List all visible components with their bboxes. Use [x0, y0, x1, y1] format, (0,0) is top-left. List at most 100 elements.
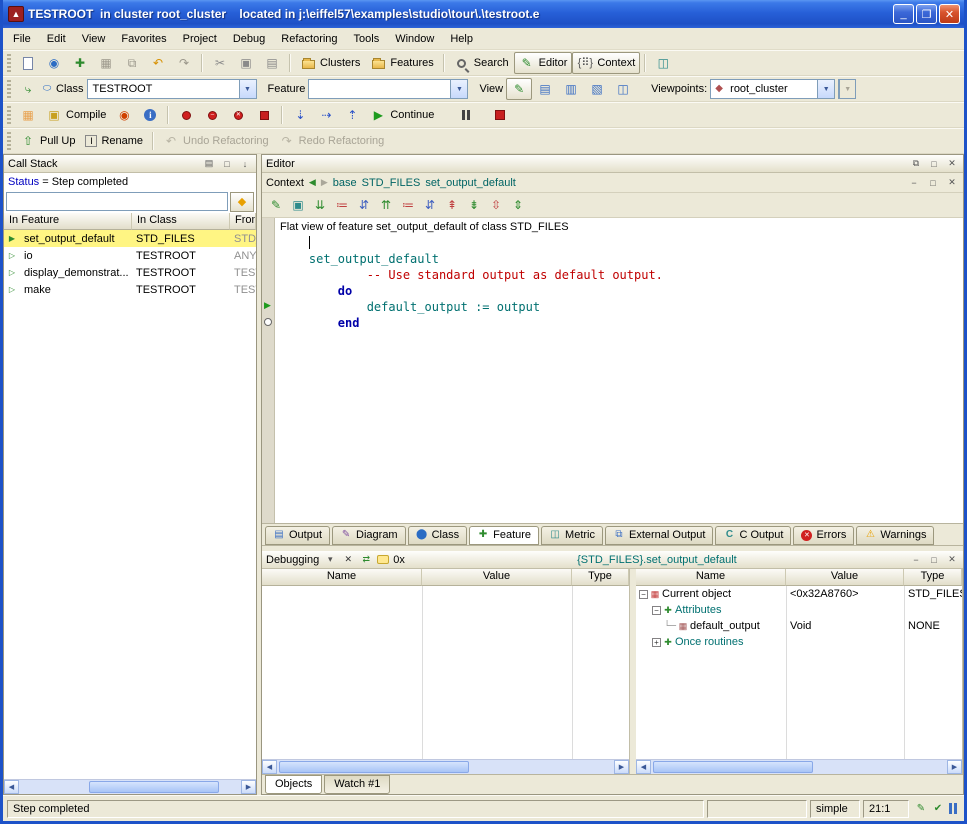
- assigners-icon[interactable]: ≔: [332, 197, 352, 213]
- call-stack-row[interactable]: ▷ io TESTROOT ANY: [4, 247, 256, 264]
- collapse-icon[interactable]: −: [639, 590, 648, 599]
- clusters-button[interactable]: Clusters: [295, 52, 365, 74]
- step-over-button[interactable]: ⇢: [313, 104, 339, 126]
- scroll-left-icon[interactable]: ◀: [262, 760, 277, 774]
- assignees-icon[interactable]: ≔: [398, 197, 418, 213]
- disable-breakpoints-button[interactable]: –: [199, 104, 225, 126]
- creations-icon[interactable]: ⇵: [420, 197, 440, 213]
- menu-help[interactable]: Help: [442, 30, 481, 48]
- object-tree-row[interactable]: └─ ▦ default_output Void NONE: [636, 618, 962, 634]
- breakpoint-slot-icon[interactable]: [264, 318, 272, 326]
- watch-hscrollbar[interactable]: ◀ ▶: [262, 759, 629, 774]
- flat-view-button[interactable]: ▥: [558, 78, 584, 100]
- restore-pane-icon[interactable]: ⧉: [909, 157, 923, 170]
- new-window-button[interactable]: [15, 52, 41, 74]
- scroll-right-icon[interactable]: ▶: [947, 760, 962, 774]
- close-pane-icon[interactable]: ✕: [945, 553, 959, 566]
- object-tree-row[interactable]: − ✚ Attributes: [636, 602, 962, 618]
- tab-output[interactable]: ▤Output: [265, 526, 330, 545]
- stop-button[interactable]: [487, 104, 513, 126]
- scroll-left-icon[interactable]: ◀: [4, 780, 19, 794]
- undo-button[interactable]: ↶: [145, 52, 171, 74]
- clients-icon[interactable]: ⇳: [486, 197, 506, 213]
- toolbar-grip[interactable]: [7, 80, 11, 98]
- remove-breakpoints-button[interactable]: ✕: [225, 104, 251, 126]
- tab-errors[interactable]: ✕Errors: [793, 526, 854, 545]
- stack-depth-input[interactable]: [6, 192, 228, 211]
- pause-button[interactable]: [453, 104, 479, 126]
- refresh-icon[interactable]: ⇄: [359, 553, 373, 566]
- objects-table-body[interactable]: − ▦ Current object <0x32A8760> STD_FILES…: [636, 586, 962, 759]
- cut-button[interactable]: ✂: [207, 52, 233, 74]
- undock-icon[interactable]: □: [220, 157, 234, 170]
- column-in-feature[interactable]: In Feature: [4, 213, 132, 230]
- editor-titlebar[interactable]: Editor ⧉ □ ✕: [262, 155, 963, 173]
- column-value[interactable]: Value: [786, 569, 904, 586]
- paste-button[interactable]: ▤: [259, 52, 285, 74]
- edit-feature-icon[interactable]: ✎: [266, 197, 286, 213]
- column-value[interactable]: Value: [422, 569, 572, 586]
- ancestors-icon[interactable]: ⇞: [442, 197, 462, 213]
- editor-toggle-button[interactable]: ✎ Editor: [514, 52, 573, 74]
- redo-refactoring-button[interactable]: ↷ Redo Refactoring: [274, 130, 390, 152]
- call-stack-row[interactable]: ▷ make TESTROOT TESTROOT: [4, 281, 256, 298]
- column-name[interactable]: Name: [636, 569, 786, 586]
- chevron-down-icon[interactable]: ▼: [450, 80, 467, 98]
- continue-button[interactable]: ▶ Continue: [365, 104, 439, 126]
- scroll-right-icon[interactable]: ▶: [614, 760, 629, 774]
- menu-favorites[interactable]: Favorites: [113, 30, 174, 48]
- project-settings-button[interactable]: ▦: [15, 104, 41, 126]
- minimize-pane-icon[interactable]: −: [909, 553, 923, 566]
- hex-toggle[interactable]: 0x: [393, 554, 405, 566]
- history-forward-icon[interactable]: ▶: [321, 177, 328, 188]
- save-button[interactable]: ▦: [93, 52, 119, 74]
- debugging-titlebar[interactable]: Debugging ▾ ✕ ⇄ 0x {STD_FILES}.set_outpu…: [262, 551, 963, 569]
- column-type[interactable]: Type: [572, 569, 629, 586]
- editor-area[interactable]: ▶ Flat view of feature set_output_defaul…: [262, 218, 963, 523]
- scroll-thumb[interactable]: [279, 761, 469, 773]
- interface-view-button[interactable]: ◫: [610, 78, 636, 100]
- melt-button[interactable]: ◉: [111, 104, 137, 126]
- menu-window[interactable]: Window: [387, 30, 442, 48]
- scroll-thumb[interactable]: [89, 781, 219, 793]
- object-tree-row[interactable]: + ✚ Once routines: [636, 634, 962, 650]
- minimize-pane-icon[interactable]: −: [907, 176, 921, 189]
- code-pane[interactable]: Flat view of feature set_output_default …: [275, 218, 963, 523]
- column-from[interactable]: From: [230, 213, 256, 230]
- suppliers-icon[interactable]: ⇕: [508, 197, 528, 213]
- pull-up-button[interactable]: ⇧ Pull Up: [15, 130, 80, 152]
- clear-icon[interactable]: ✕: [341, 553, 355, 566]
- breakpoints-tool-button[interactable]: [251, 104, 277, 126]
- column-in-class[interactable]: In Class: [132, 213, 230, 230]
- add-button[interactable]: ✚: [67, 52, 93, 74]
- diagram-tool-button[interactable]: ◫: [650, 52, 676, 74]
- save-all-button[interactable]: ⧉: [119, 52, 145, 74]
- column-name[interactable]: Name: [262, 569, 422, 586]
- tab-feature[interactable]: ✚Feature: [469, 526, 539, 545]
- call-stack-row[interactable]: ▷ display_demonstrat... TESTROOT TESTROO…: [4, 264, 256, 281]
- tab-external-output[interactable]: ⧉External Output: [605, 526, 713, 545]
- call-stack-hscrollbar[interactable]: ◀ ▶: [4, 779, 256, 794]
- watch-table-body[interactable]: [262, 586, 629, 759]
- exception-button[interactable]: ◆: [230, 192, 254, 212]
- tab-class[interactable]: ⬤Class: [408, 526, 468, 545]
- compile-button[interactable]: ▣ Compile: [41, 104, 111, 126]
- menu-refactoring[interactable]: Refactoring: [273, 30, 345, 48]
- descendants-icon[interactable]: ⇟: [464, 197, 484, 213]
- tab-watch-1[interactable]: Watch #1: [324, 775, 390, 794]
- undo-refactoring-button[interactable]: ↶ Undo Refactoring: [158, 130, 274, 152]
- edit-view-button[interactable]: ✎: [506, 78, 532, 100]
- history-back-icon[interactable]: ◀: [309, 177, 316, 188]
- drop-down-icon[interactable]: ↓: [238, 157, 252, 170]
- feature-combo[interactable]: ▼: [308, 79, 468, 99]
- column-type[interactable]: Type: [904, 569, 962, 586]
- restore-button[interactable]: ❐: [916, 4, 937, 24]
- viewpoints-combo[interactable]: ◆ root_cluster ▼: [710, 79, 835, 99]
- tab-metric[interactable]: ◫Metric: [541, 526, 603, 545]
- chevron-down-icon[interactable]: ▾: [323, 553, 337, 566]
- breakpoint-gutter[interactable]: ▶: [262, 218, 275, 523]
- class-combo[interactable]: TESTROOT ▼: [87, 79, 257, 99]
- scroll-right-icon[interactable]: ▶: [241, 780, 256, 794]
- tab-diagram[interactable]: ✎Diagram: [332, 526, 406, 545]
- menu-file[interactable]: File: [5, 30, 39, 48]
